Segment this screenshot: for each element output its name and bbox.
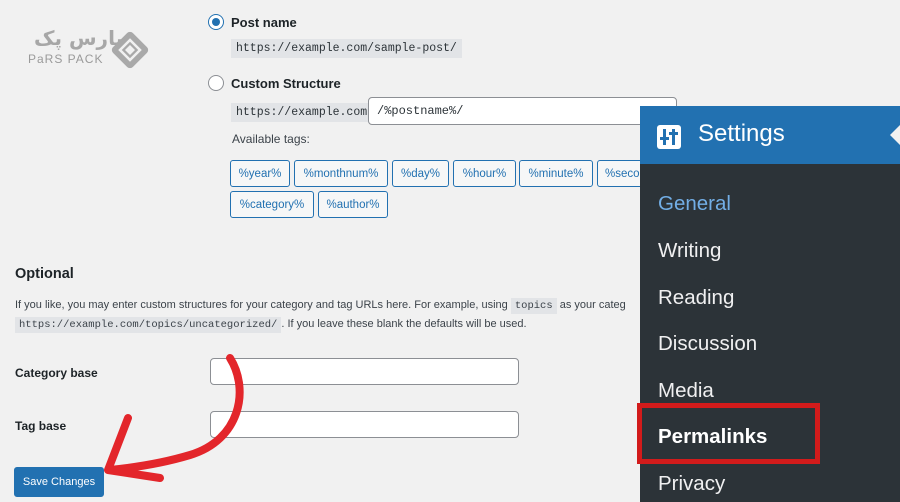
menu-item-writing[interactable]: Writing	[658, 239, 721, 263]
tag-hour-button[interactable]: %hour%	[453, 160, 516, 187]
menu-pointer-notch	[890, 125, 900, 145]
desc-text-3: . If you leave these blank the defaults …	[281, 318, 527, 330]
menu-item-discussion[interactable]: Discussion	[658, 332, 757, 356]
settings-sliders-icon	[657, 125, 681, 149]
desc-text-1: If you like, you may enter custom struct…	[15, 299, 508, 311]
tag-category-button[interactable]: %category%	[230, 191, 314, 218]
tag-day-button[interactable]: %day%	[392, 160, 449, 187]
custom-structure-radio[interactable]	[208, 75, 224, 91]
logo-diamond-icon	[111, 31, 149, 69]
menu-item-privacy[interactable]: Privacy	[658, 472, 725, 496]
custom-structure-option[interactable]: Custom Structure	[208, 75, 341, 91]
optional-description-line1: If you like, you may enter custom struct…	[15, 298, 626, 314]
logo-text-en: PaRS PACK	[28, 52, 104, 66]
custom-structure-label: Custom Structure	[231, 75, 341, 91]
parspack-logo: پارس پک PaRS PACK	[28, 26, 158, 74]
desc-text-2: as your categ	[559, 299, 626, 311]
tag-minute-button[interactable]: %minute%	[519, 160, 593, 187]
post-name-example: https://example.com/sample-post/	[231, 39, 462, 58]
tag-monthnum-button[interactable]: %monthnum%	[294, 160, 388, 187]
menu-item-media[interactable]: Media	[658, 379, 714, 403]
red-arrow-annotation	[104, 354, 244, 482]
tag-year-button[interactable]: %year%	[230, 160, 290, 187]
settings-menu-header[interactable]: Settings	[640, 106, 900, 164]
tag-second-button[interactable]: %seco	[597, 160, 645, 187]
post-name-label: Post name	[231, 14, 297, 30]
menu-item-general[interactable]: General	[658, 192, 731, 216]
custom-structure-input[interactable]	[368, 97, 677, 125]
available-tags-label: Available tags:	[232, 132, 310, 146]
post-name-option[interactable]: Post name	[208, 14, 297, 30]
desc-code-topics: topics	[510, 298, 557, 314]
tag-base-label: Tag base	[15, 419, 67, 433]
menu-item-reading[interactable]: Reading	[658, 286, 734, 310]
post-name-radio[interactable]	[208, 14, 224, 30]
optional-heading: Optional	[15, 266, 74, 282]
permalinks-highlight-box	[637, 403, 820, 464]
custom-structure-prefix: https://example.com	[231, 103, 373, 122]
tag-author-button[interactable]: %author%	[318, 191, 388, 218]
settings-menu-title: Settings	[698, 120, 785, 147]
